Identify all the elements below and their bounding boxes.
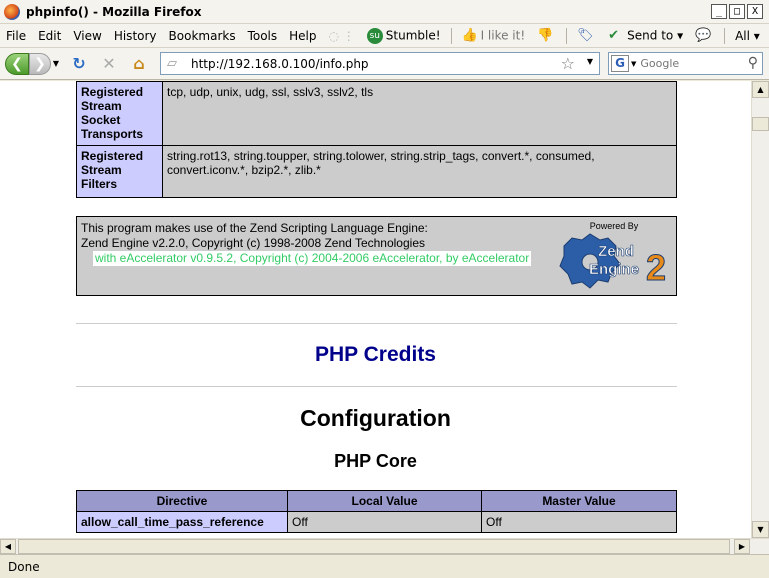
master-value: Off <box>481 511 677 533</box>
stumble-label: Stumble! <box>385 28 441 42</box>
powered-by-text: Powered By <box>590 221 639 231</box>
status-text: Done <box>8 559 40 574</box>
menu-edit[interactable]: Edit <box>32 29 67 43</box>
php-core-heading: PHP Core <box>334 451 417 471</box>
url-bar[interactable]: ▱ ☆ ▼ <box>160 52 600 75</box>
thumbs-up-icon: 👍 <box>461 27 478 43</box>
search-input[interactable] <box>640 57 731 70</box>
zend-engine-logo[interactable]: Powered By Zend Engine 2 <box>556 220 672 292</box>
search-icon[interactable]: ⚲ <box>748 55 758 71</box>
close-button[interactable]: X <box>747 4 763 19</box>
logo-number-text: 2 <box>646 247 666 288</box>
zend-engine-box: This program makes use of the Zend Scrip… <box>76 216 677 296</box>
all-dropdown[interactable]: All ▾ <box>729 29 766 43</box>
menu-help[interactable]: Help <box>283 29 322 43</box>
menu-history[interactable]: History <box>108 29 163 43</box>
streams-table: Registered Stream Socket Transports tcp,… <box>76 81 677 198</box>
divider <box>76 386 677 387</box>
column-header-master-value: Master Value <box>481 490 677 512</box>
stop-icon[interactable]: ✕ <box>97 53 121 75</box>
php-credits-link[interactable]: PHP Credits <box>0 343 751 367</box>
horizontal-scrollbar[interactable]: ◀ ▶ <box>0 538 769 554</box>
table-row: allow_call_time_pass_reference Off Off <box>76 511 677 533</box>
scroll-left-arrow-icon[interactable]: ◀ <box>0 539 16 554</box>
toolbar-separator <box>724 27 726 44</box>
scroll-down-arrow-icon[interactable]: ▼ <box>752 521 769 538</box>
vertical-scrollbar[interactable]: ▲ ▼ <box>751 81 769 538</box>
like-button[interactable]: 👍 I like it! <box>456 28 532 44</box>
directive-value: string.rot13, string.toupper, string.tol… <box>162 145 677 198</box>
stumble-button[interactable]: su Stumble! <box>361 27 447 44</box>
send-to-button[interactable]: ✔ Send to ▾ <box>602 28 689 44</box>
back-forward-group: ❮ ❯ ▼ <box>5 52 61 75</box>
stumbleupon-icon: su <box>366 27 383 44</box>
menu-view[interactable]: View <box>67 29 107 43</box>
window-controls: _ □ X <box>711 4 763 19</box>
directive-name: allow_call_time_pass_reference <box>76 511 288 533</box>
table-header-row: Directive Local Value Master Value <box>76 490 677 512</box>
title-bar: phpinfo() - Mozilla Firefox _ □ X <box>0 0 769 24</box>
loading-throbber-icon: ◌ ⋮ <box>328 28 355 43</box>
home-icon[interactable]: ⌂ <box>127 53 151 75</box>
navigation-bar: ❮ ❯ ▼ ↻ ✕ ⌂ ▱ ☆ ▼ G ▼ ⚲ <box>0 48 769 80</box>
directive-name: Registered Stream Filters <box>76 145 163 198</box>
firefox-icon <box>4 3 20 20</box>
maximize-button[interactable]: □ <box>729 4 745 19</box>
toolbar-separator <box>450 27 452 44</box>
page-content: Registered Stream Socket Transports tcp,… <box>0 81 751 538</box>
menu-bookmarks[interactable]: Bookmarks <box>163 29 242 43</box>
window-title: phpinfo() - Mozilla Firefox <box>26 4 202 19</box>
column-header-local-value: Local Value <box>287 490 482 512</box>
thumbs-down-icon: 👎 <box>537 27 554 43</box>
directive-value: tcp, udp, unix, udg, ssl, sslv3, sslv2, … <box>162 81 677 146</box>
forward-button[interactable]: ❯ <box>29 52 51 75</box>
logo-engine-text: Engine <box>589 261 639 278</box>
engine-dropdown-icon[interactable]: ▼ <box>631 60 636 68</box>
google-engine-icon[interactable]: G <box>611 55 629 72</box>
all-label: All <box>735 28 750 43</box>
php-core-table: Directive Local Value Master Value allow… <box>76 490 677 533</box>
comment-button[interactable]: 💬 <box>689 28 720 44</box>
directive-name: Registered Stream Socket Transports <box>76 81 163 146</box>
logo-zend-text: Zend <box>598 243 634 260</box>
speech-bubble-icon: 💬 <box>695 27 712 43</box>
vertical-scroll-thumb[interactable] <box>752 117 769 131</box>
table-row: Registered Stream Socket Transports tcp,… <box>76 81 677 146</box>
column-header-directive: Directive <box>76 490 288 512</box>
tag-button[interactable]: 🏷 <box>571 28 602 44</box>
url-dropdown-icon[interactable]: ▼ <box>587 57 593 66</box>
scroll-up-arrow-icon[interactable]: ▲ <box>752 81 769 98</box>
scroll-right-arrow-icon[interactable]: ▶ <box>734 539 750 554</box>
reload-icon[interactable]: ↻ <box>67 53 91 75</box>
toolbar-separator <box>566 27 568 44</box>
horizontal-scroll-thumb[interactable] <box>18 539 730 554</box>
dislike-button[interactable]: 👎 <box>531 28 562 44</box>
url-input[interactable] <box>191 56 551 71</box>
menu-bar: File Edit View History Bookmarks Tools H… <box>0 24 769 48</box>
menu-tools[interactable]: Tools <box>242 29 284 43</box>
local-value: Off <box>287 511 482 533</box>
status-bar: Done <box>0 554 769 578</box>
history-dropdown-icon[interactable]: ▼ <box>51 59 61 68</box>
bookmark-star-icon[interactable]: ☆ <box>561 54 575 73</box>
page-icon: ▱ <box>167 55 177 71</box>
minimize-button[interactable]: _ <box>711 4 727 19</box>
search-bar[interactable]: G ▼ ⚲ <box>608 52 763 75</box>
table-row: Registered Stream Filters string.rot13, … <box>76 145 677 198</box>
send-icon: ✔ <box>608 27 620 43</box>
eaccelerator-line: with eAccelerator v0.9.5.2, Copyright (c… <box>93 251 532 266</box>
send-to-label: Send to <box>627 28 674 42</box>
configuration-heading: Configuration <box>300 405 451 431</box>
like-label: I like it! <box>480 28 526 42</box>
tag-icon: 🏷 <box>577 27 594 43</box>
back-button[interactable]: ❮ <box>5 52 29 75</box>
divider <box>76 323 677 324</box>
menu-file[interactable]: File <box>0 29 32 43</box>
